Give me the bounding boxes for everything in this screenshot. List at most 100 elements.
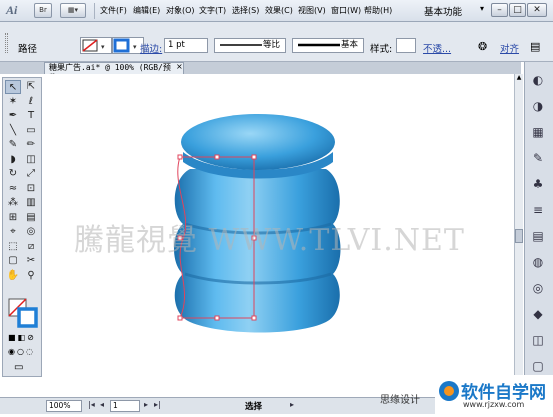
brand-url: www.rjzxw.com bbox=[463, 400, 525, 409]
rectangle-tool[interactable]: ▭ bbox=[23, 124, 39, 138]
screen-mode-icon[interactable]: ▭ bbox=[14, 362, 23, 373]
anchor-point bbox=[251, 315, 257, 321]
eraser-tool[interactable]: ◫ bbox=[23, 153, 39, 167]
maximize-button[interactable]: □ bbox=[509, 3, 526, 17]
chevron-down-icon: ▾ bbox=[480, 4, 485, 13]
anchor-point bbox=[214, 154, 220, 160]
scroll-thumb[interactable] bbox=[515, 229, 523, 243]
last-page-icon[interactable]: ▸| bbox=[154, 400, 161, 409]
scale-tool[interactable]: ⤢ bbox=[23, 167, 39, 181]
selection-type-label: 路径 bbox=[18, 44, 38, 55]
page-field[interactable]: 1 bbox=[110, 400, 140, 412]
pencil-tool[interactable]: ✏ bbox=[23, 138, 39, 152]
direct-selection-tool[interactable]: ⇱ bbox=[23, 80, 39, 94]
draw-mode-buttons[interactable]: ◉○◌ bbox=[8, 347, 40, 357]
variable-width-profile[interactable]: 等比 bbox=[214, 38, 286, 53]
live-paint-tool[interactable]: ⬚ bbox=[5, 240, 21, 254]
stroke-weight-field[interactable]: 1 pt bbox=[164, 38, 208, 53]
fill-stroke-icon bbox=[8, 298, 38, 328]
opacity-link[interactable]: 不透... bbox=[423, 41, 451, 55]
magic-wand-tool[interactable]: ✶ bbox=[5, 95, 21, 109]
blob-brush-tool[interactable]: ◗ bbox=[5, 153, 21, 167]
line-tool[interactable]: ╲ bbox=[5, 124, 21, 138]
menu-object[interactable]: 对象(O) bbox=[166, 5, 195, 16]
graphic-style-picker[interactable] bbox=[396, 38, 416, 53]
gradient-panel-icon[interactable]: ▤ bbox=[528, 228, 548, 244]
color-panel-icon[interactable]: ◐ bbox=[528, 72, 548, 88]
scroll-up-icon[interactable]: ▲ bbox=[515, 74, 523, 82]
menu-help[interactable]: 帮助(H) bbox=[364, 5, 392, 16]
bridge-button[interactable]: Br bbox=[34, 3, 52, 18]
profile-label: 等比 bbox=[263, 40, 281, 50]
align-link[interactable]: 对齐 bbox=[500, 41, 519, 55]
transform-icon[interactable]: ▤ bbox=[530, 40, 540, 53]
anchor-point bbox=[177, 315, 183, 321]
slice-tool[interactable]: ⧄ bbox=[23, 240, 39, 254]
brushes-icon[interactable]: ✎ bbox=[528, 150, 548, 166]
next-page-icon[interactable]: ▸ bbox=[144, 400, 148, 409]
menu-window[interactable]: 窗口(W) bbox=[331, 5, 361, 16]
hand-tool[interactable]: ✋ bbox=[5, 269, 21, 283]
document-tab[interactable]: 糖果广告.ai* @ 100% (RGB/预览) bbox=[44, 62, 184, 82]
status-text: 选择 bbox=[245, 402, 263, 412]
jar-lid bbox=[181, 114, 335, 170]
grip-handle[interactable] bbox=[5, 33, 8, 53]
brush-stroke-icon bbox=[298, 43, 340, 47]
close-button[interactable]: ✕ bbox=[527, 3, 547, 17]
menu-view[interactable]: 视图(V) bbox=[298, 5, 326, 16]
rotate-tool[interactable]: ↻ bbox=[5, 167, 21, 181]
menu-file[interactable]: 文件(F) bbox=[100, 5, 127, 16]
eyedropper-tool[interactable]: ⌖ bbox=[5, 225, 21, 239]
transparency-icon[interactable]: ◍ bbox=[528, 254, 548, 270]
menu-edit[interactable]: 编辑(E) bbox=[133, 5, 160, 16]
first-page-icon[interactable]: |◂ bbox=[88, 400, 95, 409]
type-tool[interactable]: T bbox=[23, 109, 39, 123]
fill-stroke-indicator[interactable] bbox=[8, 298, 38, 328]
symbol-sprayer-tool[interactable]: ⁂ bbox=[5, 196, 21, 210]
warp-tool[interactable]: ≈ bbox=[5, 182, 21, 196]
swatches-icon[interactable]: ▦ bbox=[528, 124, 548, 140]
brand-logo: 软件自学网 www.rjzxw.com bbox=[435, 375, 553, 414]
gradient-tool[interactable]: ▤ bbox=[23, 211, 39, 225]
column-graph-tool[interactable]: ▥ bbox=[23, 196, 39, 210]
selection-tool[interactable]: ↖ bbox=[5, 80, 21, 94]
paintbrush-tool[interactable]: ✎ bbox=[5, 138, 21, 152]
color-guide-icon[interactable]: ◑ bbox=[528, 98, 548, 114]
zoom-field[interactable]: 100% bbox=[46, 400, 82, 412]
status-menu-icon[interactable]: ▸ bbox=[290, 400, 294, 409]
artboards-icon[interactable]: ▢ bbox=[528, 358, 548, 374]
scissors-tool[interactable]: ✂ bbox=[23, 254, 39, 268]
minimize-button[interactable]: – bbox=[491, 3, 508, 17]
menu-type[interactable]: 文字(T) bbox=[199, 5, 226, 16]
graphic-styles-icon[interactable]: ◆ bbox=[528, 306, 548, 322]
workspace-switcher[interactable]: 基本功能 bbox=[424, 4, 487, 18]
artboard-tool[interactable]: ▢ bbox=[5, 254, 21, 268]
prev-page-icon[interactable]: ◂ bbox=[100, 400, 104, 409]
pen-tool[interactable]: ✒ bbox=[5, 109, 21, 123]
stroke-link[interactable]: 描边: bbox=[140, 41, 162, 55]
line-profile-icon bbox=[220, 44, 262, 46]
lasso-tool[interactable]: ℓ bbox=[23, 95, 39, 109]
vertical-scrollbar[interactable]: ▲ bbox=[514, 74, 523, 396]
menu-effect[interactable]: 效果(C) bbox=[265, 5, 293, 16]
color-mode-buttons[interactable]: ■◧⊘ bbox=[8, 333, 40, 343]
zoom-tool[interactable]: ⚲ bbox=[23, 269, 39, 283]
recolor-icon[interactable]: ❂ bbox=[478, 40, 487, 53]
app-logo: Ai bbox=[6, 3, 18, 17]
arrange-documents-button[interactable]: ▦▾ bbox=[60, 3, 86, 18]
svg-text:▾: ▾ bbox=[101, 43, 105, 51]
blend-tool[interactable]: ◎ bbox=[23, 225, 39, 239]
no-fill-icon: ▾ bbox=[82, 39, 105, 52]
fill-swatch[interactable]: ▾ bbox=[80, 37, 112, 54]
brush-definition[interactable]: 基本 bbox=[292, 38, 364, 53]
stroke-panel-icon[interactable]: ≡ bbox=[528, 202, 548, 218]
mesh-tool[interactable]: ⊞ bbox=[5, 211, 21, 225]
menu-bar: Ai Br ▦▾ 文件(F) 编辑(E) 对象(O) 文字(T) 选择(S) 效… bbox=[0, 0, 553, 22]
anchor-point bbox=[177, 154, 183, 160]
appearance-icon[interactable]: ◎ bbox=[528, 280, 548, 296]
layers-icon[interactable]: ◫ bbox=[528, 332, 548, 348]
free-transform-tool[interactable]: ⊡ bbox=[23, 182, 39, 196]
menu-select[interactable]: 选择(S) bbox=[232, 5, 259, 16]
close-document-icon[interactable]: × bbox=[176, 62, 183, 71]
symbols-icon[interactable]: ♣ bbox=[528, 176, 548, 192]
